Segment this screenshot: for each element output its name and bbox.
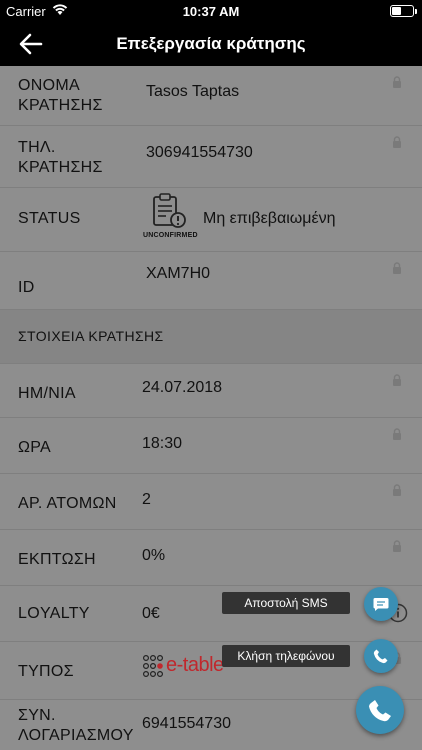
row-loyalty[interactable]: LOYALTY 0€ <box>0 586 422 642</box>
date-value: 24.07.2018 <box>142 379 223 396</box>
time-value: 18:30 <box>142 435 183 452</box>
battery-icon <box>390 5 417 17</box>
phone-label: ΤΗΛ. ΚΡΑΤΗΣΗΣ <box>18 139 103 176</box>
lock-icon <box>393 136 401 148</box>
row-date[interactable]: ΗΜ/ΝΙΑ 24.07.2018 <box>0 364 422 418</box>
unconfirmed-caption: UNCONFIRMED <box>143 232 198 239</box>
row-discount[interactable]: ΕΚΠΤΩΣΗ 0% <box>0 530 422 586</box>
row-reservation-phone[interactable]: ΤΗΛ. ΚΡΑΤΗΣΗΣ 306941554730 <box>0 126 422 188</box>
discount-label: ΕΚΠΤΩΣΗ <box>18 551 96 568</box>
etable-wordmark: e-table <box>166 654 224 676</box>
party-size-value: 2 <box>142 491 151 508</box>
send-sms-label[interactable]: Αποστολή SMS <box>222 592 350 614</box>
reservation-form: ΟΝΟΜΑ ΚΡΑΤΗΣΗΣ Tasos Taptas ΤΗΛ. ΚΡΑΤΗΣΗ… <box>0 66 422 750</box>
status-value: Μη επιβεβαιωμένη <box>203 210 336 227</box>
clipboard-warning-icon <box>153 193 186 228</box>
status-label: STATUS <box>18 210 81 227</box>
lock-icon <box>393 484 401 496</box>
section-title: ΣΤΟΙΧΕΙΑ ΚΡΑΤΗΣΗΣ <box>18 328 164 344</box>
date-label: ΗΜ/ΝΙΑ <box>18 385 76 402</box>
lock-icon <box>393 540 401 552</box>
phone-handset-icon <box>369 700 391 722</box>
row-id[interactable]: ID XAM7H0 <box>0 252 422 310</box>
row-reservation-name[interactable]: ΟΝΟΜΑ ΚΡΑΤΗΣΗΣ Tasos Taptas <box>0 66 422 126</box>
etable-dots-icon <box>142 654 164 678</box>
type-label: ΤΥΠΟΣ <box>18 663 74 680</box>
lock-icon <box>393 374 401 386</box>
lock-icon <box>393 428 401 440</box>
unconfirmed-badge: UNCONFIRMED <box>143 188 198 244</box>
id-value: XAM7H0 <box>146 265 211 282</box>
name-label: ΟΝΟΜΑ ΚΡΑΤΗΣΗΣ <box>18 77 103 114</box>
page-title: Επεξεργασία κράτησης <box>116 34 306 53</box>
send-sms-button[interactable] <box>364 587 398 621</box>
lock-icon <box>393 76 401 88</box>
phone-value: 306941554730 <box>146 144 253 161</box>
party-size-label: ΑΡ. ΑΤΟΜΩΝ <box>18 495 117 512</box>
row-party-size[interactable]: ΑΡ. ΑΤΟΜΩΝ 2 <box>0 474 422 530</box>
id-label: ID <box>18 279 35 296</box>
clock: 10:37 AM <box>182 4 240 19</box>
call-phone-label[interactable]: Κλήση τηλεφώνου <box>222 645 350 667</box>
loyalty-value: 0€ <box>142 605 160 622</box>
time-label: ΩΡΑ <box>18 439 52 456</box>
loyalty-label: LOYALTY <box>18 605 90 622</box>
account-value: 6941554730 <box>142 715 231 732</box>
phone-icon <box>373 649 388 664</box>
section-header-details: ΣΤΟΙΧΕΙΑ ΚΡΑΤΗΣΗΣ <box>0 310 422 364</box>
account-label: ΣΥΝ. ΛΟΓΑΡΙΑΣΜΟΥ <box>18 707 134 744</box>
status-bar: Carrier 10:37 AM <box>0 0 422 22</box>
discount-value: 0% <box>142 547 166 564</box>
chat-bubble-icon <box>373 598 389 611</box>
nav-bar: Επεξεργασία κράτησης <box>0 22 422 66</box>
name-value: Tasos Taptas <box>146 83 240 100</box>
call-phone-button[interactable] <box>364 639 398 673</box>
lock-icon <box>393 262 401 274</box>
row-time[interactable]: ΩΡΑ 18:30 <box>0 418 422 474</box>
contact-fab-button[interactable] <box>356 686 404 734</box>
